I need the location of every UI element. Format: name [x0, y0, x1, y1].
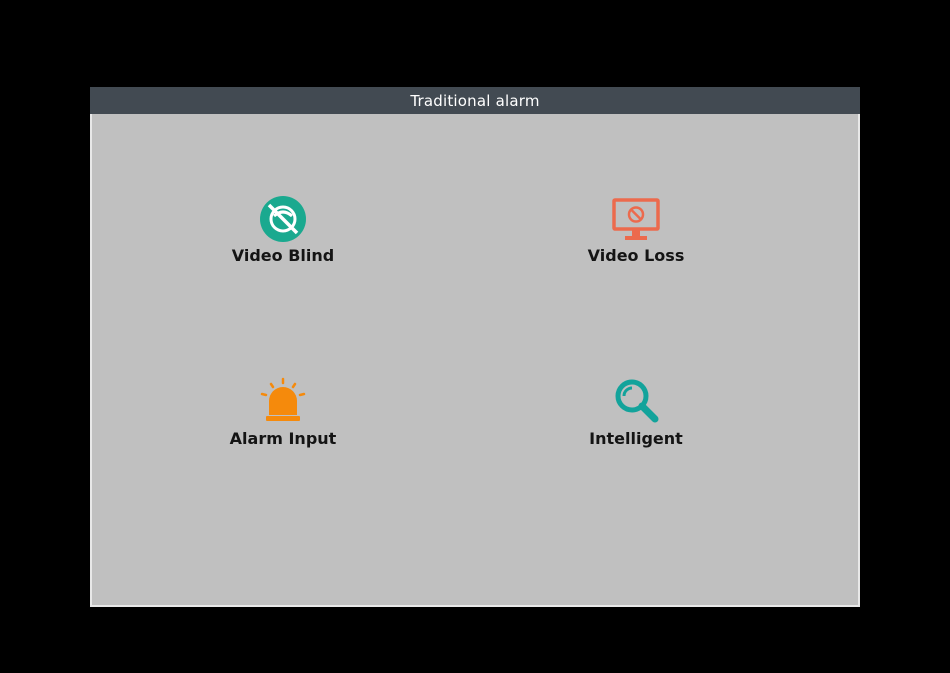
alarm-type-panel: Video Blind Video Loss Alarm Input Intel… [90, 114, 860, 607]
video-loss-icon [612, 198, 660, 240]
magnifier-icon [615, 379, 659, 423]
video-blind-label: Video Blind [231, 246, 335, 265]
alarm-siren-icon [260, 377, 306, 421]
intelligent-label: Intelligent [589, 429, 683, 448]
video-loss-button[interactable]: Video Loss [546, 194, 726, 284]
traditional-alarm-dialog: Traditional alarm Video Blind Video Loss [90, 87, 860, 607]
intelligent-button[interactable]: Intelligent [546, 377, 726, 467]
alarm-input-label: Alarm Input [229, 429, 337, 448]
alarm-input-button[interactable]: Alarm Input [193, 377, 373, 467]
video-blind-icon [260, 196, 306, 242]
video-loss-label: Video Loss [587, 246, 685, 265]
dialog-title: Traditional alarm [90, 87, 860, 114]
video-blind-button[interactable]: Video Blind [193, 194, 373, 284]
